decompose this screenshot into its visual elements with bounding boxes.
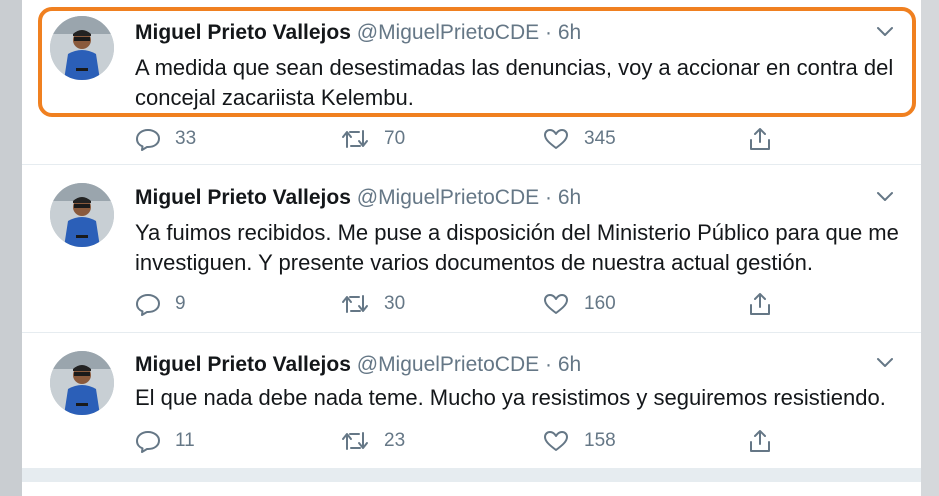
tweet-header: Miguel Prieto Vallejos @MiguelPrietoCDE … xyxy=(135,352,581,378)
like-button[interactable]: 158 xyxy=(542,426,616,456)
share-icon xyxy=(747,428,773,454)
like-button[interactable]: 345 xyxy=(542,124,616,154)
author-name[interactable]: Miguel Prieto Vallejos xyxy=(135,353,351,376)
tweet[interactable]: Miguel Prieto Vallejos @MiguelPrietoCDE … xyxy=(22,333,921,468)
reply-icon xyxy=(135,429,161,453)
retweet-icon xyxy=(340,292,370,316)
tweet-time[interactable]: 6h xyxy=(558,353,581,376)
separator: · xyxy=(544,21,552,44)
feed-divider xyxy=(22,468,921,482)
tweet-feed: Miguel Prieto Vallejos @MiguelPrietoCDE … xyxy=(22,0,921,496)
chevron-down-icon[interactable] xyxy=(875,189,895,203)
author-handle[interactable]: @MiguelPrietoCDE xyxy=(357,353,539,376)
right-page-margin xyxy=(921,0,939,496)
retweet-icon xyxy=(340,429,370,453)
retweet-button[interactable]: 30 xyxy=(340,289,405,319)
like-icon xyxy=(542,127,570,151)
retweet-button[interactable]: 70 xyxy=(340,124,405,154)
share-button[interactable] xyxy=(747,124,773,154)
retweet-button[interactable]: 23 xyxy=(340,426,405,456)
retweet-count: 70 xyxy=(384,128,406,149)
avatar[interactable] xyxy=(50,16,114,80)
share-icon xyxy=(747,291,773,317)
like-count: 160 xyxy=(584,293,616,314)
reply-icon xyxy=(135,292,161,316)
left-page-margin xyxy=(0,0,22,496)
like-count: 345 xyxy=(584,128,616,149)
tweet[interactable]: Miguel Prieto Vallejos @MiguelPrietoCDE … xyxy=(22,0,921,165)
share-button[interactable] xyxy=(747,426,773,456)
reply-count: 33 xyxy=(175,128,197,149)
tweet-time[interactable]: 6h xyxy=(558,21,581,44)
tweet-time[interactable]: 6h xyxy=(558,186,581,209)
tweet-header: Miguel Prieto Vallejos @MiguelPrietoCDE … xyxy=(135,185,581,211)
separator: · xyxy=(544,186,552,209)
share-button[interactable] xyxy=(747,289,773,319)
like-button[interactable]: 160 xyxy=(542,289,616,319)
reply-button[interactable]: 33 xyxy=(135,124,196,154)
tweet-actions: 11 23 158 xyxy=(135,426,795,456)
tweet-text: A medida que sean desestimadas las denun… xyxy=(135,55,894,110)
reply-button[interactable]: 11 xyxy=(135,426,195,456)
tweet-actions: 33 70 345 xyxy=(135,124,795,154)
author-name[interactable]: Miguel Prieto Vallejos xyxy=(135,186,351,209)
reply-count: 11 xyxy=(175,430,195,451)
retweet-count: 23 xyxy=(384,430,406,451)
tweet[interactable]: Miguel Prieto Vallejos @MiguelPrietoCDE … xyxy=(22,165,921,333)
tweet-header: Miguel Prieto Vallejos @MiguelPrietoCDE … xyxy=(135,20,581,46)
reply-count: 9 xyxy=(175,293,186,314)
avatar[interactable] xyxy=(50,183,114,247)
like-count: 158 xyxy=(584,430,616,451)
chevron-down-icon[interactable] xyxy=(875,24,895,38)
reply-button[interactable]: 9 xyxy=(135,289,186,319)
chevron-down-icon[interactable] xyxy=(875,355,895,369)
author-handle[interactable]: @MiguelPrietoCDE xyxy=(357,186,539,209)
tweet-actions: 9 30 160 xyxy=(135,289,795,319)
tweet-text: El que nada debe nada teme. Mucho ya res… xyxy=(135,385,886,410)
tweet-text: Ya fuimos recibidos. Me puse a disposici… xyxy=(135,220,899,275)
avatar[interactable] xyxy=(50,351,114,415)
separator: · xyxy=(544,353,552,376)
author-handle[interactable]: @MiguelPrietoCDE xyxy=(357,21,539,44)
reply-icon xyxy=(135,127,161,151)
retweet-icon xyxy=(340,127,370,151)
retweet-count: 30 xyxy=(384,293,406,314)
like-icon xyxy=(542,429,570,453)
like-icon xyxy=(542,292,570,316)
share-icon xyxy=(747,126,773,152)
author-name[interactable]: Miguel Prieto Vallejos xyxy=(135,21,351,44)
